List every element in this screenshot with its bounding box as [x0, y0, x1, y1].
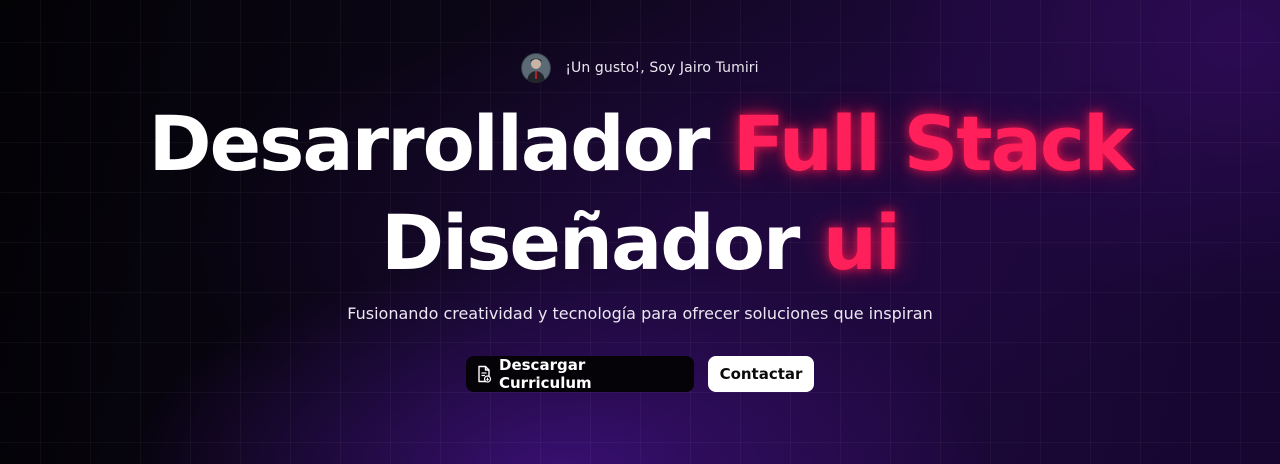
download-cv-label: Descargar Curriculum: [499, 356, 592, 392]
subtitle: Fusionando creatividad y tecnología para…: [347, 304, 933, 323]
document-download-icon: [476, 365, 492, 383]
intro-text: ¡Un gusto!, Soy Jairo Tumiri: [565, 60, 759, 76]
headline-role-developer: Desarrollador: [148, 99, 710, 188]
download-cv-button[interactable]: Descargar Curriculum: [466, 356, 694, 392]
headline-accent-ui: ui: [822, 198, 901, 287]
intro-row: ¡Un gusto!, Soy Jairo Tumiri: [0, 53, 1280, 83]
hero-section: ¡Un gusto!, Soy Jairo Tumiri Desarrollad…: [0, 0, 1280, 464]
headline-line-2: Diseñador ui: [0, 205, 1280, 281]
avatar-portrait-icon: [521, 53, 552, 83]
avatar: [521, 53, 552, 83]
contact-button[interactable]: Contactar: [708, 356, 814, 392]
actions-row: Descargar Curriculum Contactar: [0, 356, 1280, 392]
headline-role-designer: Diseñador: [380, 198, 800, 287]
headline-line-1: Desarrollador Full Stack: [0, 106, 1280, 182]
contact-label: Contactar: [719, 365, 803, 383]
headline-accent-full-stack: Full Stack: [732, 99, 1134, 188]
